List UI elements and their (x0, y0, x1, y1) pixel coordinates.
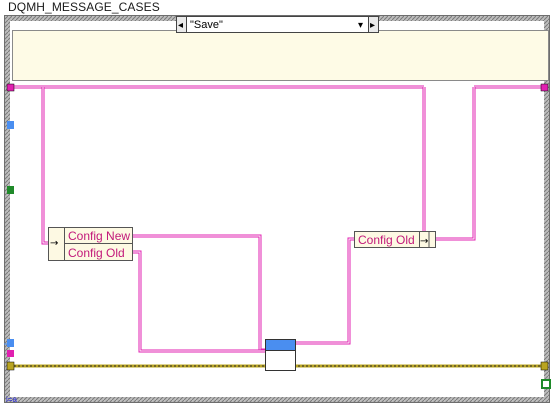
block-diagram: ◂ ▸ ▾ "Save" → Config New Config Old Con… (4, 15, 551, 404)
bundle-field-config-old[interactable]: Config Old (358, 233, 415, 247)
event-data-area (12, 30, 549, 81)
tunnel-cluster-left (6, 83, 15, 92)
tunnel-green-right (541, 379, 551, 389)
tunnel-blue-left (7, 121, 14, 129)
comparison-node[interactable] (265, 339, 296, 371)
iteration-label: i=a (6, 395, 17, 404)
tunnel-error-left (6, 361, 15, 371)
tunnel-blue-bottom-left (7, 339, 14, 347)
selector-left-arrow-icon[interactable]: ◂ (178, 20, 183, 31)
tunnel-cluster-right (540, 83, 549, 92)
unbundle-arrow-icon: → (50, 238, 58, 249)
tunnel-green-left (7, 186, 14, 194)
selector-right-arrow-icon[interactable]: ▸ (370, 20, 375, 31)
case-selector-value: "Save" (190, 19, 223, 31)
bundle-arrow-icon: → (420, 236, 428, 247)
unbundle-field-config-old[interactable]: Config Old (68, 246, 125, 260)
selector-dropdown-icon[interactable]: ▾ (358, 20, 363, 31)
tunnel-pink-bottom-left (7, 350, 14, 357)
tunnel-error-right (540, 361, 549, 371)
bundle-by-name-node[interactable]: Config Old → (354, 231, 436, 248)
unbundle-by-name-node[interactable]: → Config New Config Old (48, 227, 133, 261)
unbundle-field-config-new[interactable]: Config New (68, 229, 130, 243)
case-selector[interactable]: ◂ ▸ ▾ "Save" (176, 16, 379, 33)
